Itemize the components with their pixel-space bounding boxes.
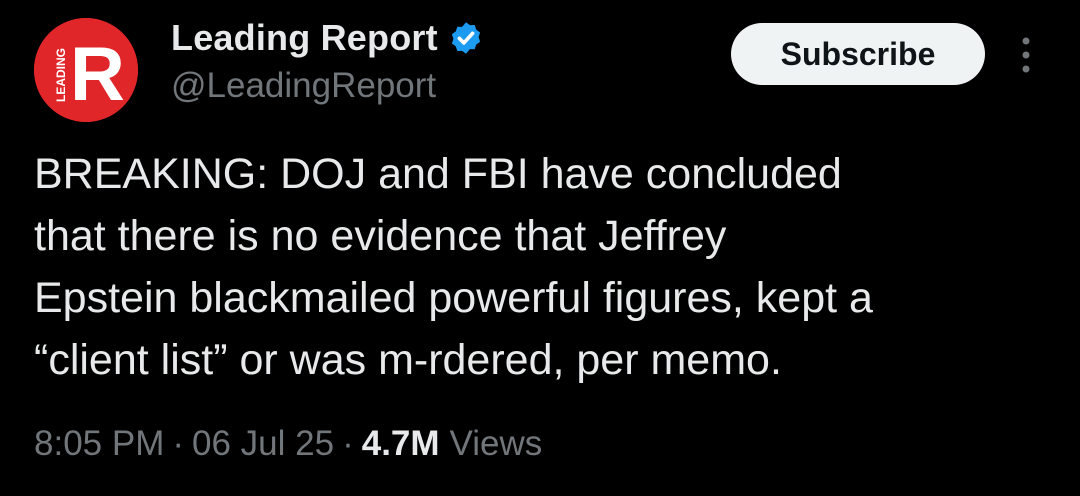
avatar-letter: R — [70, 32, 125, 117]
more-vertical-icon[interactable] — [1010, 32, 1042, 78]
subscribe-button[interactable]: Subscribe — [731, 23, 985, 85]
tweet-meta: 8:05 PM · 06 Jul 25 · 4.7M Views — [34, 414, 542, 474]
tweet-text-line: that there is no evidence that Jeffrey — [34, 212, 727, 260]
leading-report-logo: LEADING R — [34, 18, 138, 122]
author-display-name[interactable]: Leading Report — [171, 17, 438, 59]
tweet-text-line: BREAKING: DOJ and FBI have concluded — [34, 150, 842, 198]
tweet-date[interactable]: 06 Jul 25 — [192, 424, 334, 464]
author-handle[interactable]: @LeadingReport — [171, 66, 436, 106]
verified-badge-icon[interactable] — [448, 20, 484, 56]
author-avatar[interactable]: LEADING R — [34, 18, 138, 122]
meta-separator: · — [342, 424, 354, 463]
meta-separator: · — [172, 424, 185, 463]
tweet-text-line: “client list” or was m-rdered, per memo. — [34, 336, 782, 384]
views-count[interactable]: 4.7M — [362, 424, 440, 464]
author-name-row: Leading Report — [171, 14, 484, 62]
tweet-time[interactable]: 8:05 PM — [34, 424, 164, 464]
avatar-vertical-text: LEADING — [54, 48, 68, 102]
views-label: Views — [449, 424, 543, 463]
tweet-text: BREAKING: DOJ and FBI have concluded tha… — [34, 143, 1064, 391]
tweet-text-line: Epstein blackmailed powerful figures, ke… — [34, 274, 873, 322]
